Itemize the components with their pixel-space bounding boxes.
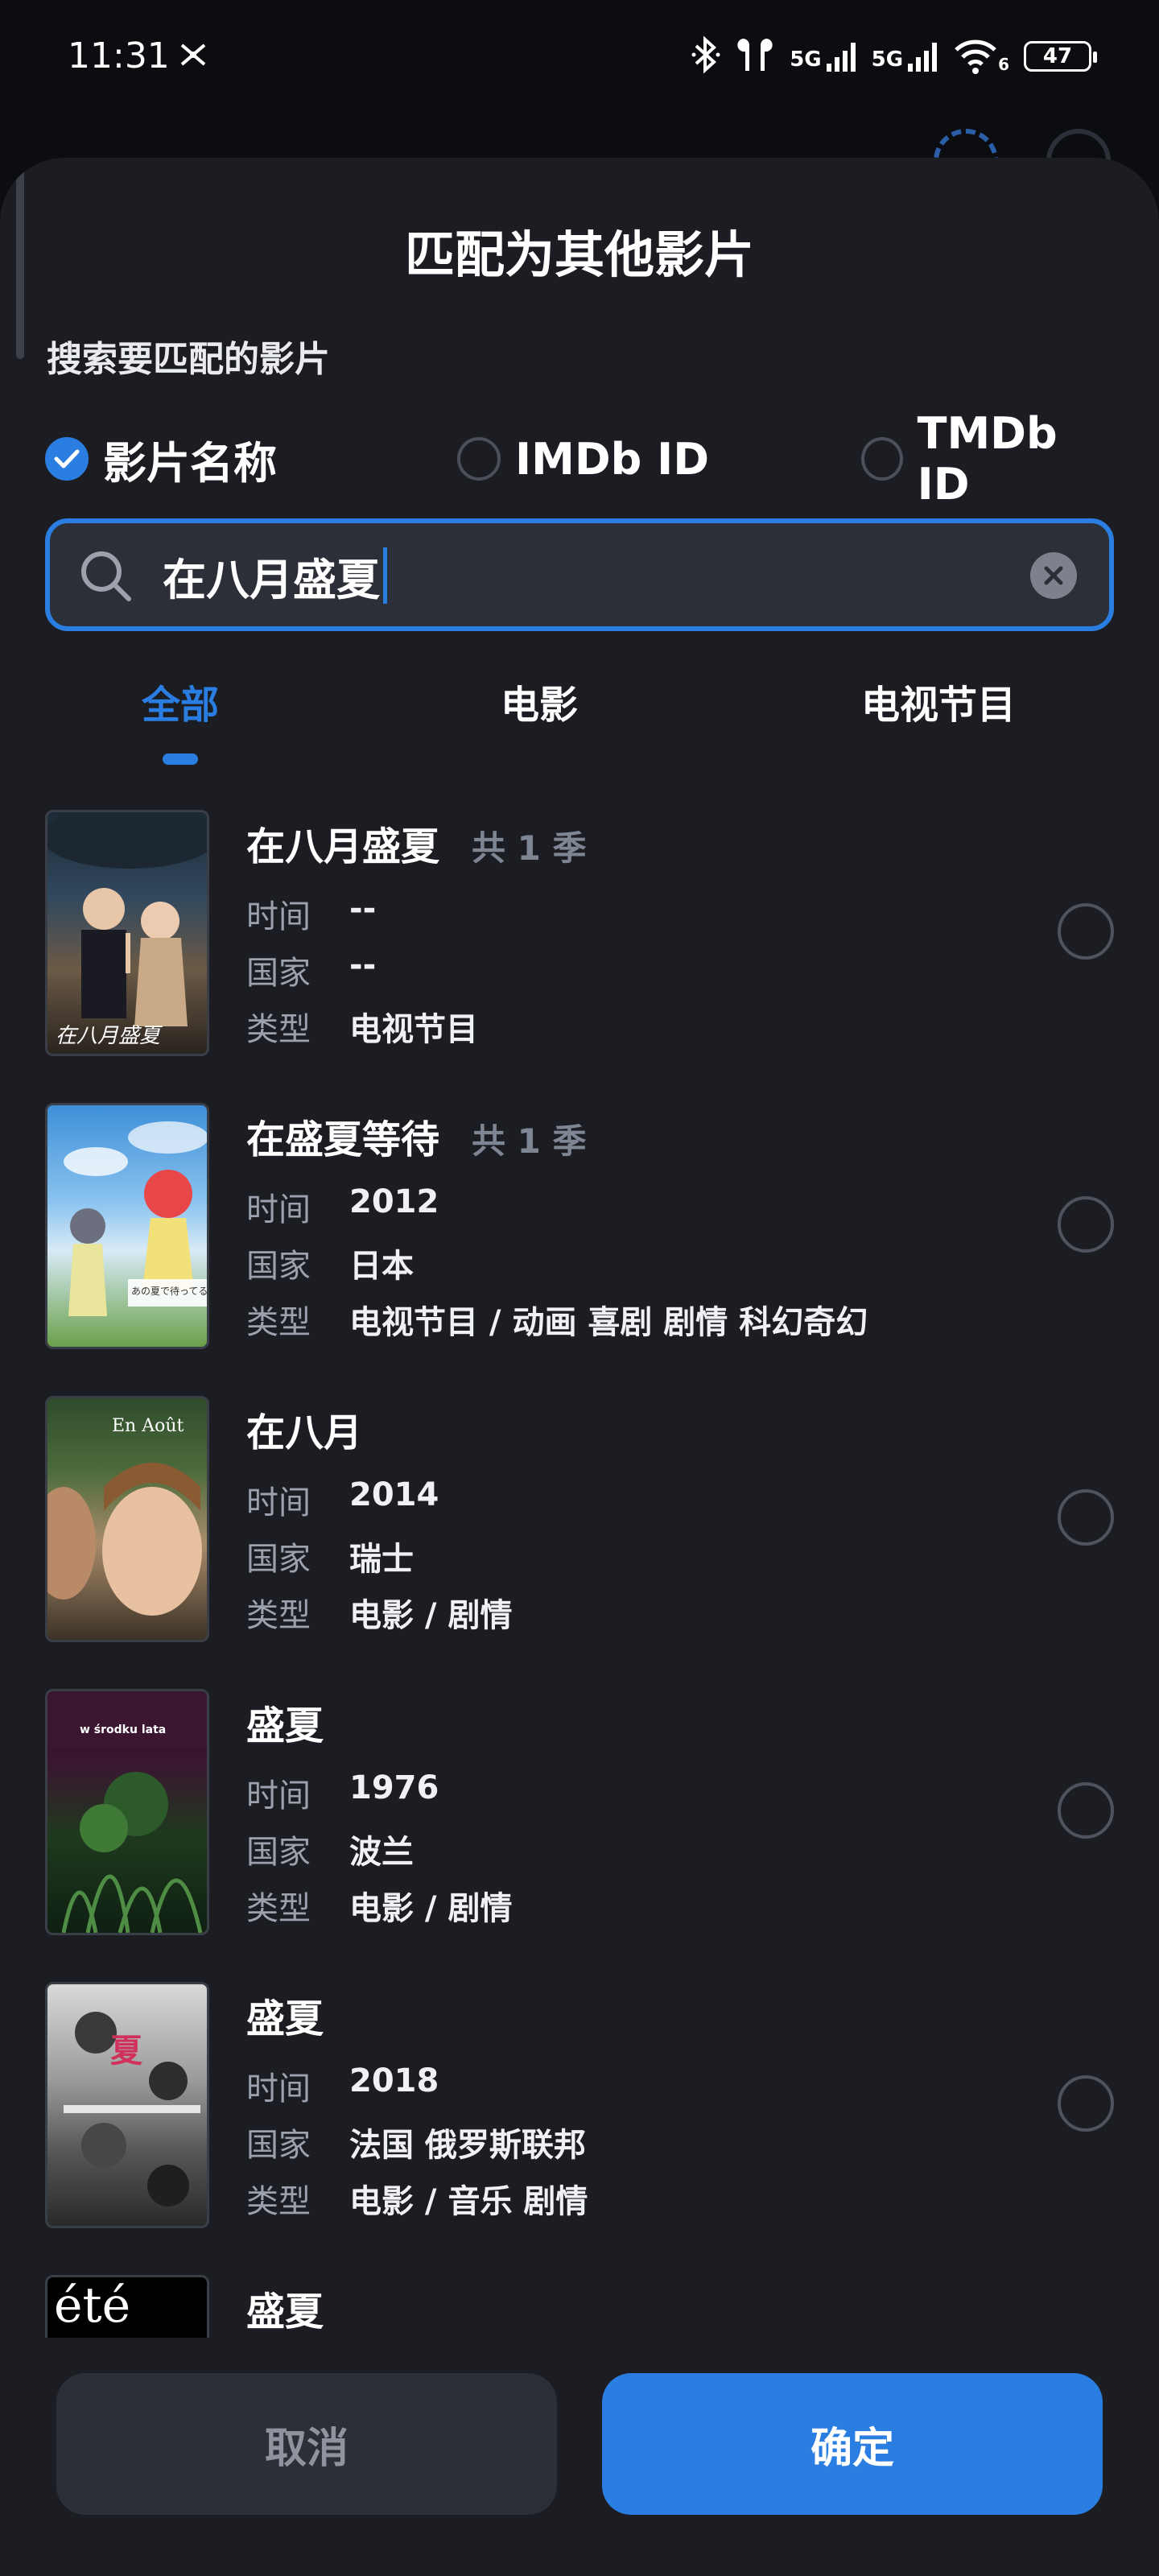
tab-movies[interactable]: 电影 xyxy=(501,673,578,729)
poster-image: あの夏で待ってる xyxy=(45,1103,209,1349)
poster-caption: été xyxy=(54,2277,131,2334)
confirm-button[interactable]: 确定 xyxy=(602,2373,1103,2515)
result-item[interactable]: 在八月盛夏 在八月盛夏 共 1 季 时间 -- 国家 -- 类型 电视节目 xyxy=(0,810,1159,1103)
meta-country: 国家 波兰 xyxy=(246,1834,414,1871)
poster-image: 夏 xyxy=(45,1982,209,2228)
meta-time: 时间 2012 xyxy=(246,1183,439,1228)
tab-indicator xyxy=(163,753,198,765)
poster-image: 在八月盛夏 xyxy=(45,810,209,1056)
search-subtitle: 搜索要匹配的影片 xyxy=(47,339,330,380)
search-type-group: 影片名称 IMDb ID TMDb ID xyxy=(45,408,1114,510)
clear-search-button[interactable] xyxy=(1030,552,1077,599)
result-title: 盛夏 xyxy=(246,1996,324,2041)
meta-country: 国家 法国 俄罗斯联邦 xyxy=(246,2127,586,2164)
search-type-label: 影片名称 xyxy=(103,437,277,489)
season-count: 共 1 季 xyxy=(472,828,587,868)
result-title: 盛夏 xyxy=(246,2289,324,2334)
search-type-label: TMDb ID xyxy=(917,408,1058,510)
poster-caption: w środku lata xyxy=(80,1724,167,1736)
meta-genre: 类型 电影 / 音乐 剧情 xyxy=(246,2183,588,2220)
meta-country: 国家 瑞士 xyxy=(246,1541,414,1578)
select-radio[interactable] xyxy=(1058,1782,1114,1839)
poster-image: En Août xyxy=(45,1396,209,1642)
result-title: 在盛夏等待 xyxy=(246,1117,440,1162)
result-title: 在八月盛夏 xyxy=(246,824,440,869)
meta-country: 国家 -- xyxy=(246,947,377,992)
select-radio[interactable] xyxy=(1058,1489,1114,1546)
meta-time: 时间 2014 xyxy=(246,1476,439,1521)
sheet-title: 匹配为其他影片 xyxy=(404,225,754,284)
search-type-title[interactable]: 影片名称 xyxy=(45,427,277,491)
status-bar: 11:31 5G 5G 6 47 xyxy=(0,0,1159,121)
poster-caption: 夏 xyxy=(110,2032,142,2070)
meta-time: 时间 1976 xyxy=(246,1769,439,1814)
meta-time: 时间 2018 xyxy=(246,2062,439,2107)
result-item[interactable]: En Août 在八月 时间 2014 国家 瑞士 类型 电影 / 剧情 xyxy=(0,1396,1159,1689)
text-cursor xyxy=(383,547,387,604)
search-input[interactable]: 在八月盛夏 xyxy=(45,518,1114,631)
result-item[interactable]: あの夏で待ってる 在盛夏等待 共 1 季 时间 2012 国家 日本 类型 电视… xyxy=(0,1103,1159,1396)
poster-caption: En Août xyxy=(112,1416,184,1436)
tab-tv[interactable]: 电视节目 xyxy=(861,673,1016,729)
meta-genre: 类型 电视节目 / 动画 喜剧 剧情 科幻奇幻 xyxy=(246,1304,868,1341)
select-radio[interactable] xyxy=(1058,2075,1114,2132)
result-item[interactable]: 夏 盛夏 时间 2018 国家 法国 俄罗斯联邦 类型 电影 / 音乐 剧情 xyxy=(0,1982,1159,2275)
result-item[interactable]: w środku lata 盛夏 时间 1976 国家 波兰 类型 电影 / 剧… xyxy=(0,1689,1159,1982)
season-count: 共 1 季 xyxy=(472,1121,587,1161)
match-sheet: 匹配为其他影片 搜索要匹配的影片 影片名称 IMDb ID TMDb ID 在八… xyxy=(0,158,1159,2576)
tab-all[interactable]: 全部 xyxy=(142,673,219,729)
meta-genre: 类型 电影 / 剧情 xyxy=(246,1890,513,1927)
radio-unchecked-icon xyxy=(457,437,501,481)
close-icon xyxy=(1044,566,1063,585)
signal-icon-1: 5G xyxy=(790,41,856,72)
meta-country: 国家 日本 xyxy=(246,1248,414,1285)
select-radio[interactable] xyxy=(1058,1196,1114,1253)
search-type-tmdb[interactable]: TMDb ID xyxy=(861,408,1114,510)
battery-icon: 47 xyxy=(1024,41,1097,72)
result-title: 在八月 xyxy=(246,1410,363,1455)
search-type-label: IMDb ID xyxy=(515,433,710,485)
radio-checked-icon xyxy=(45,437,89,481)
signal-icon-2: 5G xyxy=(872,41,938,72)
cancel-button[interactable]: 取消 xyxy=(56,2373,557,2515)
search-value: 在八月盛夏 xyxy=(163,554,380,605)
meta-genre: 类型 电视节目 xyxy=(246,1011,478,1048)
poster-caption: 在八月盛夏 xyxy=(56,1024,161,1048)
search-type-imdb[interactable]: IMDb ID xyxy=(457,427,709,491)
status-icons: 5G 5G 6 47 xyxy=(691,32,1097,80)
select-radio[interactable] xyxy=(1058,903,1114,960)
status-time: 11:31 xyxy=(68,35,170,76)
notification-icon xyxy=(179,42,208,71)
earbuds-icon xyxy=(735,35,775,77)
bottom-action-bar: 取消 确定 xyxy=(0,2338,1159,2576)
radio-unchecked-icon xyxy=(861,437,903,481)
poster-caption: あの夏で待ってる xyxy=(131,1286,208,1297)
meta-time: 时间 -- xyxy=(246,890,377,935)
result-title: 盛夏 xyxy=(246,1703,324,1748)
bluetooth-icon xyxy=(691,35,720,78)
poster-image: w środku lata xyxy=(45,1689,209,1935)
search-icon xyxy=(77,547,134,607)
wifi-icon: 6 xyxy=(953,39,1009,74)
meta-genre: 类型 电影 / 剧情 xyxy=(246,1597,513,1634)
